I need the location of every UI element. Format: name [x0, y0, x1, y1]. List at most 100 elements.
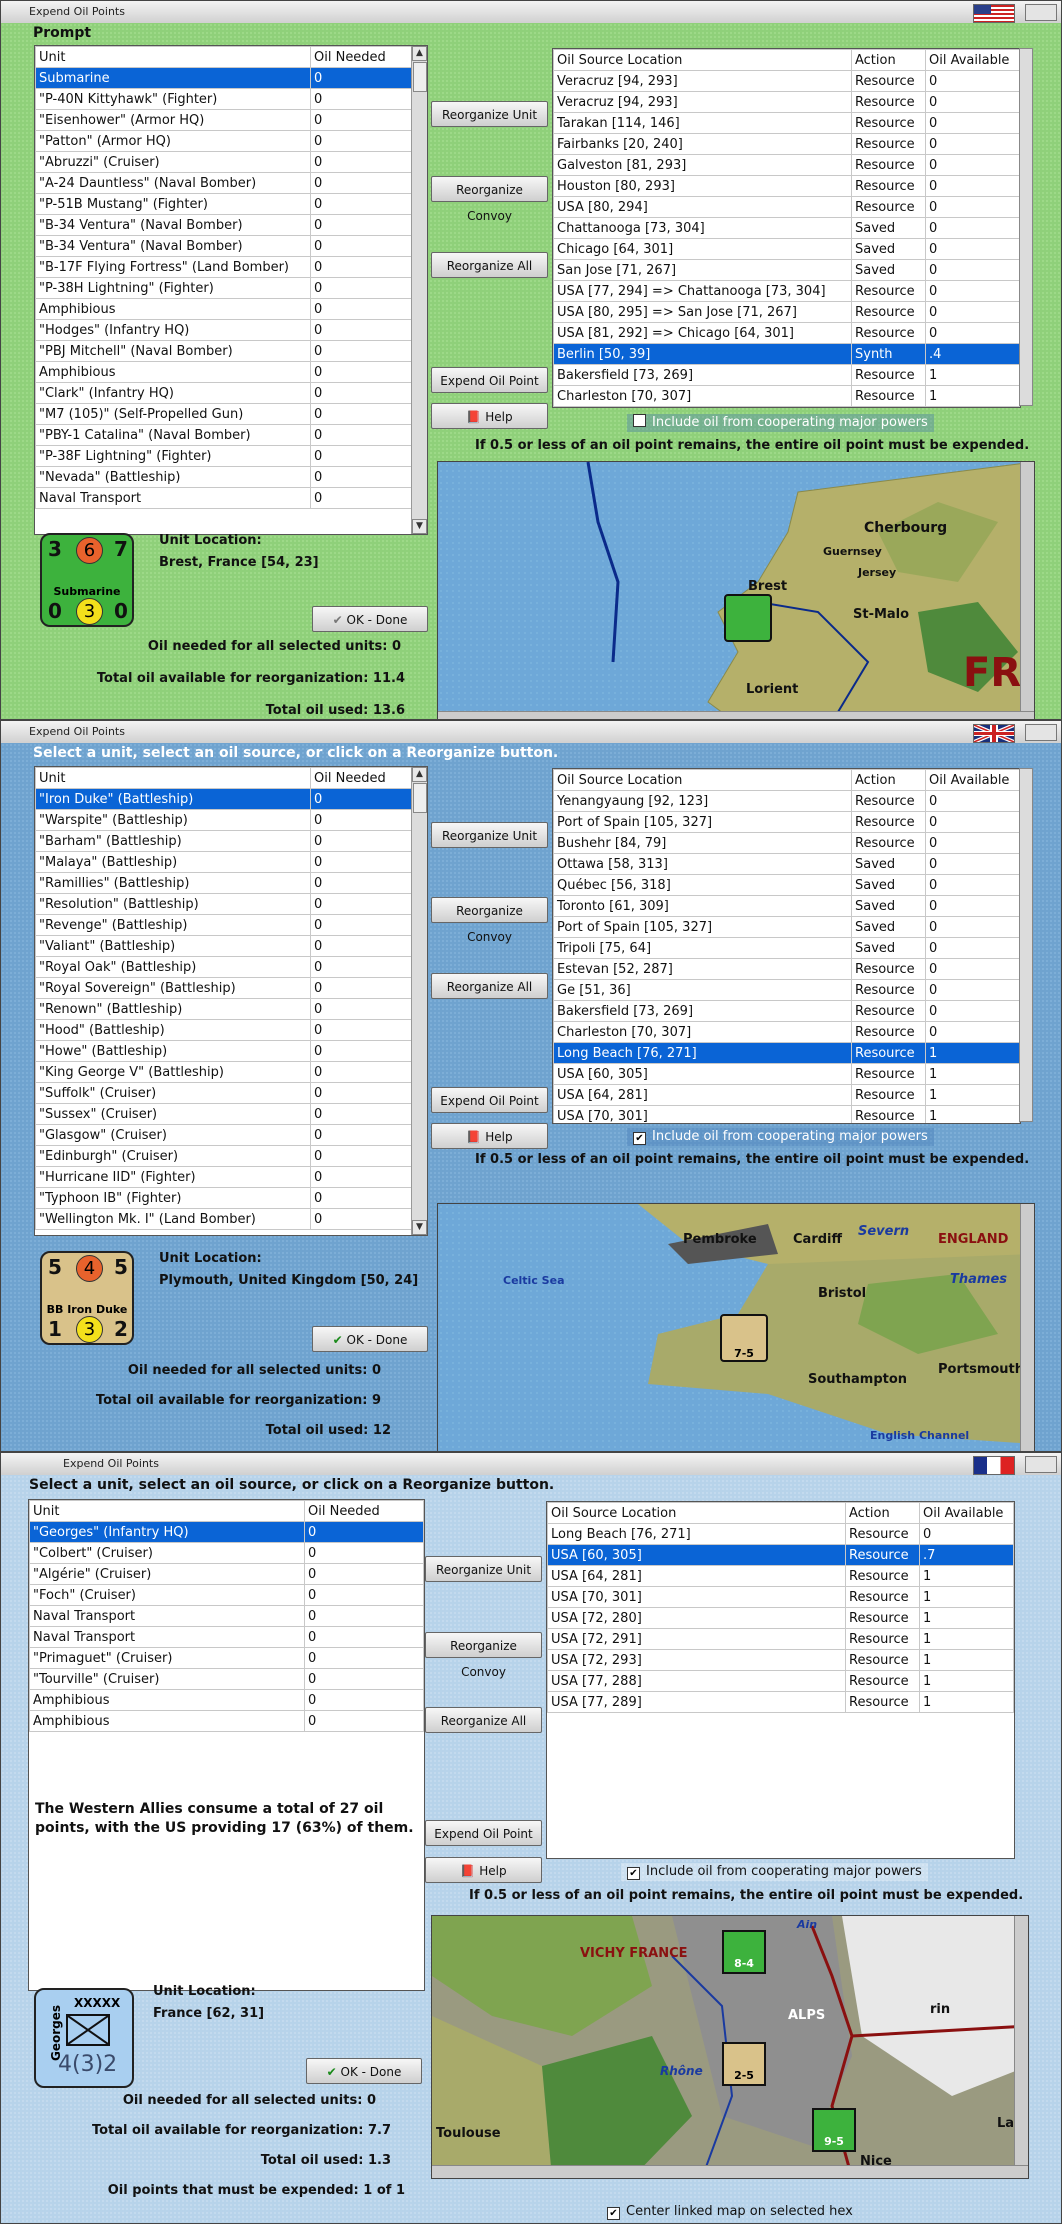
oil-source-row[interactable]: Québec [56, 318] Saved 0 [553, 874, 1020, 896]
close-button[interactable] [1025, 4, 1057, 21]
oil-source-cell[interactable]: 1 [919, 1649, 1014, 1671]
unit-table-cell[interactable]: "Hurricane IID" (Fighter) [35, 1166, 311, 1188]
oil-source-cell[interactable]: 1 [919, 1565, 1014, 1587]
oil-source-cell[interactable]: Resource [851, 91, 926, 113]
oil-source-cell[interactable]: Resource [851, 832, 926, 854]
oil-source-row[interactable]: Yenangyaung [92, 123] Resource 0 [553, 790, 1020, 812]
unit-table-row[interactable]: "B-34 Ventura" (Naval Bomber) 0 [35, 235, 427, 257]
unit-column-header[interactable]: Unit [35, 46, 311, 68]
unit-table-cell[interactable]: 0 [310, 67, 427, 89]
unit-table-row[interactable]: Amphibious 0 [35, 361, 427, 383]
oil-source-cell[interactable]: USA [70, 301] [547, 1586, 846, 1608]
center-linked-map-checkbox[interactable]: ✔ Center linked map on selected hex [601, 2203, 859, 2221]
help-button[interactable]: 📕 Help [431, 403, 548, 429]
unit-table-cell[interactable]: 0 [310, 88, 427, 110]
oil-source-cell[interactable]: Québec [56, 318] [553, 874, 852, 896]
expend-oil-point-button[interactable]: Expend Oil Point [431, 1087, 548, 1113]
oil-source-cell[interactable]: USA [64, 281] [547, 1565, 846, 1587]
oil-source-row[interactable]: Charleston [70, 307] Resource 1 [553, 385, 1020, 407]
oil-source-cell[interactable]: 0 [925, 91, 1020, 113]
unit-table-cell[interactable]: 0 [310, 487, 427, 509]
unit-table-cell[interactable]: "Barham" (Battleship) [35, 830, 311, 852]
unit-table-row[interactable]: "P-40N Kittyhawk" (Fighter) 0 [35, 88, 427, 110]
close-button[interactable] [1025, 1456, 1057, 1473]
oil-source-cell[interactable]: 0 [925, 70, 1020, 92]
oil-source-cell[interactable]: 1 [925, 1042, 1020, 1064]
oil-source-cell[interactable]: 1 [919, 1586, 1014, 1608]
unit-column-header[interactable]: Unit [29, 1500, 305, 1522]
oil-source-cell[interactable]: Saved [851, 217, 926, 239]
unit-table-cell[interactable]: 0 [304, 1710, 424, 1732]
unit-table-row[interactable]: "Suffolk" (Cruiser) 0 [35, 1082, 427, 1104]
unit-table-cell[interactable]: 0 [310, 466, 427, 488]
unit-table-cell[interactable]: "P-51B Mustang" (Fighter) [35, 193, 311, 215]
include-oil-checkbox[interactable]: ✔ Include oil from cooperating major powe… [627, 1128, 934, 1146]
unit-table-row[interactable]: "Eisenhower" (Armor HQ) 0 [35, 109, 427, 131]
oil-source-cell[interactable]: 0 [925, 175, 1020, 197]
oil-source-row[interactable]: USA [72, 293] Resource 1 [547, 1649, 1014, 1671]
oil-source-cell[interactable]: Saved [851, 238, 926, 260]
unit-table-row[interactable]: "Ramillies" (Battleship) 0 [35, 872, 427, 894]
help-button[interactable]: 📕 Help [431, 1123, 548, 1149]
oil-source-cell[interactable]: 0 [925, 979, 1020, 1001]
unit-table-cell[interactable]: "Royal Oak" (Battleship) [35, 956, 311, 978]
oil-source-cell[interactable]: USA [72, 291] [547, 1628, 846, 1650]
unit-table-cell[interactable]: 0 [310, 809, 427, 831]
oil-source-cell[interactable]: Resource [845, 1565, 920, 1587]
map-vertical-scrollbar[interactable] [1014, 1916, 1028, 2166]
unit-table-cell[interactable]: 0 [310, 403, 427, 425]
oil-source-cell[interactable]: Resource [845, 1523, 920, 1545]
oil-available-column-header[interactable]: Oil Available [925, 49, 1020, 71]
oil-source-cell[interactable]: 0 [925, 322, 1020, 344]
unit-table-cell[interactable]: Submarine [35, 67, 311, 89]
oil-source-cell[interactable]: 0 [925, 790, 1020, 812]
unit-table-cell[interactable]: Naval Transport [29, 1626, 305, 1648]
action-column-header[interactable]: Action [851, 769, 926, 791]
oil-source-table[interactable]: Oil Source Location Action Oil Available… [552, 48, 1021, 408]
unit-table-cell[interactable]: "Edinburgh" (Cruiser) [35, 1145, 311, 1167]
reorganize-all-button[interactable]: Reorganize All [425, 1707, 542, 1733]
oil-source-cell[interactable]: Galveston [81, 293] [553, 154, 852, 176]
oil-source-cell[interactable]: 1 [925, 1063, 1020, 1085]
unit-table-cell[interactable]: "Renown" (Battleship) [35, 998, 311, 1020]
oil-source-cell[interactable]: Resource [851, 1105, 926, 1123]
oil-source-row[interactable]: USA [80, 294] Resource 0 [553, 196, 1020, 218]
oil-source-cell[interactable]: Resource [851, 301, 926, 323]
oil-source-row[interactable]: Charleston [70, 307] Resource 0 [553, 1021, 1020, 1043]
unit-table-cell[interactable]: 0 [310, 914, 427, 936]
oil-source-cell[interactable]: USA [80, 295] => San Jose [71, 267] [553, 301, 852, 323]
reorganize-convoy-button[interactable]: Reorganize Convoy [425, 1632, 542, 1679]
oil-source-column-header[interactable]: Oil Source Location [553, 49, 852, 71]
unit-table-row[interactable]: "Wellington Mk. I" (Land Bomber) 0 [35, 1208, 427, 1230]
include-oil-checkbox[interactable]: Include oil from cooperating major power… [627, 414, 934, 432]
unit-table-row[interactable]: "King George V" (Battleship) 0 [35, 1061, 427, 1083]
unit-table-row[interactable]: "Revenge" (Battleship) 0 [35, 914, 427, 936]
oil-source-cell[interactable]: Resource [845, 1691, 920, 1713]
oil-source-cell[interactable]: Berlin [50, 39] [553, 343, 852, 365]
unit-table-cell[interactable]: 0 [304, 1647, 424, 1669]
unit-table-cell[interactable]: "PBJ Mitchell" (Naval Bomber) [35, 340, 311, 362]
unit-table-row[interactable]: "Hurricane IID" (Fighter) 0 [35, 1166, 427, 1188]
oil-source-cell[interactable]: USA [72, 280] [547, 1607, 846, 1629]
unit-table-scrollbar[interactable]: ▲ ▼ [411, 767, 427, 1235]
unit-table-row[interactable]: Amphibious 0 [35, 298, 427, 320]
oil-source-row[interactable]: Ge [51, 36] Resource 0 [553, 979, 1020, 1001]
oil-source-row[interactable]: Port of Spain [105, 327] Saved 0 [553, 916, 1020, 938]
oil-source-scrollbar[interactable] [1019, 48, 1033, 406]
oil-source-cell[interactable]: Houston [80, 293] [553, 175, 852, 197]
unit-table[interactable]: Unit Oil Needed Submarine 0 "P-40N Kittyha… [34, 45, 428, 535]
oil-source-cell[interactable]: Resource [845, 1649, 920, 1671]
oil-source-cell[interactable]: Resource [851, 154, 926, 176]
unit-table-cell[interactable]: "Glasgow" (Cruiser) [35, 1124, 311, 1146]
oil-source-cell[interactable]: USA [72, 293] [547, 1649, 846, 1671]
oil-source-cell[interactable]: Chattanooga [73, 304] [553, 217, 852, 239]
oil-source-cell[interactable]: 0 [925, 112, 1020, 134]
unit-table-cell[interactable]: 0 [310, 788, 427, 810]
unit-table-row[interactable]: "M7 (105)" (Self-Propelled Gun) 0 [35, 403, 427, 425]
oil-source-cell[interactable]: 1 [919, 1607, 1014, 1629]
oil-source-row[interactable]: Tripoli [75, 64] Saved 0 [553, 937, 1020, 959]
unit-table-cell[interactable]: "Nevada" (Battleship) [35, 466, 311, 488]
oil-source-cell[interactable]: 1 [925, 1105, 1020, 1123]
unit-table-row[interactable]: "Royal Sovereign" (Battleship) 0 [35, 977, 427, 999]
oil-source-row[interactable]: Tarakan [114, 146] Resource 0 [553, 112, 1020, 134]
